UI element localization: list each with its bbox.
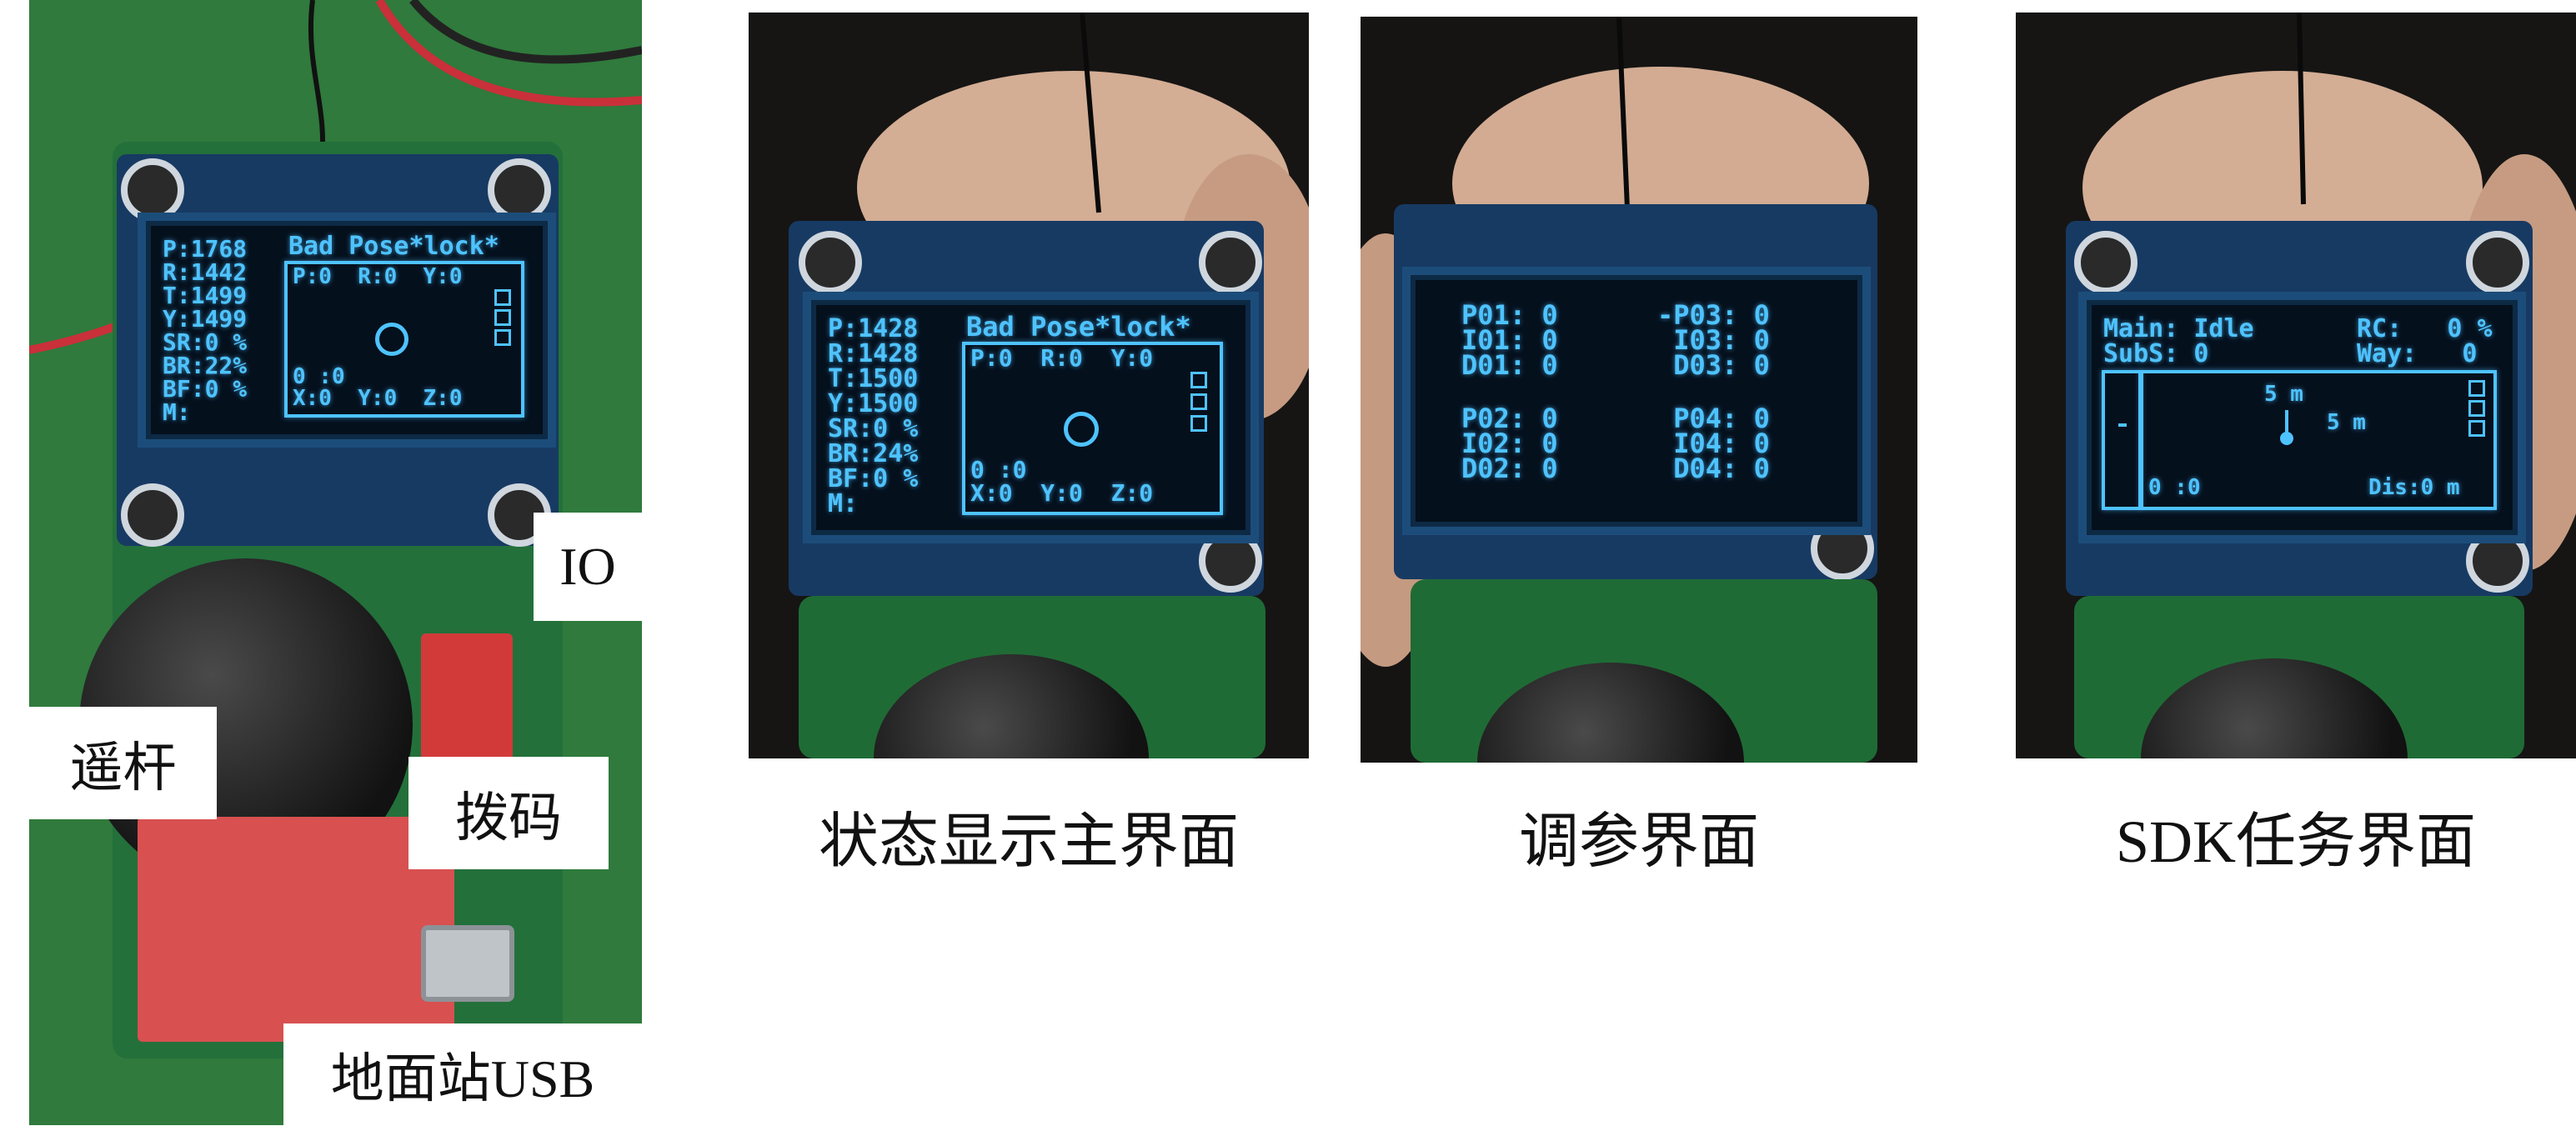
mount-hole xyxy=(1199,231,1262,294)
attitude-box: P:0 R:0 Y:0 0 :0 X:0 Y:0 Z:0 xyxy=(962,342,1223,515)
status-square-icon xyxy=(2468,420,2485,437)
map-scale-vertical: 5 m xyxy=(2264,382,2303,407)
attitude-angles: P:0 R:0 Y:0 xyxy=(970,344,1154,372)
label-dip-switch: 拨码 xyxy=(408,757,609,869)
attitude-box: P:0 R:0 Y:0 0 :0 X:0 Y:0 Z:0 xyxy=(284,261,524,418)
mount-hole xyxy=(121,483,184,547)
mount-hole xyxy=(2074,231,2137,294)
readout-p: P:1768 xyxy=(163,235,248,263)
mount-hole xyxy=(2466,231,2529,294)
readout-m: M: xyxy=(828,489,859,518)
readout-br: BR:24% xyxy=(828,439,919,468)
status-square-icon xyxy=(1190,372,1207,388)
photo-tuning-screen: P01: 0 I01: 0 D01: 0 P02: 0 I02: 0 D02: … xyxy=(1361,17,1917,763)
oled-screen-status: P:1428 R:1428 T:1500 Y:1500 SR:0 % BR:24… xyxy=(811,300,1250,535)
readout-sr: SR:0 % xyxy=(163,328,248,356)
mount-hole xyxy=(799,231,862,294)
photo-sdk-mission-screen: Main: Idle RC: 0 % SubS: 0 Way: 0 5 m 5 … xyxy=(2016,13,2576,758)
readout-y: Y:1499 xyxy=(163,305,248,333)
pid-d04: D04: 0 xyxy=(1657,453,1770,484)
photo-controller-overview: P:1768 R:1442 T:1499 Y:1499 SR:0 % BR:22… xyxy=(29,0,642,1125)
dip-switch xyxy=(421,633,513,775)
position-map: 5 m 5 m 0 :0 Dis:0 m xyxy=(2140,370,2497,510)
readout-sr: SR:0 % xyxy=(828,414,919,443)
mount-hole xyxy=(121,158,184,222)
readout-br: BR:22% xyxy=(163,352,248,379)
readout-bf: BF:0 % xyxy=(163,375,248,403)
attitude-angles: P:0 R:0 Y:0 xyxy=(293,264,463,289)
readout-t: T:1500 xyxy=(828,364,919,393)
caption-status-screen: 状态显示主界面 xyxy=(818,808,1239,875)
distance-readout: Dis:0 m xyxy=(2368,475,2460,500)
status-square-icon xyxy=(494,309,511,326)
mount-hole xyxy=(2466,529,2529,593)
pid-d01: D01: 0 xyxy=(1461,349,1558,381)
stick-position: 0 :0 xyxy=(970,456,1027,483)
readout-y: Y:1500 xyxy=(828,389,919,418)
caption-tuning-screen: 调参界面 xyxy=(1518,808,1759,875)
pid-d03: D03: 0 xyxy=(1657,349,1770,381)
readout-t: T:1499 xyxy=(163,282,248,309)
attitude-indicator-icon xyxy=(375,323,408,356)
readout-m: M: xyxy=(163,398,191,426)
position-xyz: X:0 Y:0 Z:0 xyxy=(970,479,1154,507)
altitude-marker xyxy=(2118,423,2127,427)
main-state: Main: Idle xyxy=(2103,314,2254,343)
label-joystick: 遥杆 xyxy=(29,707,217,819)
waypoint-value: Way: 0 xyxy=(2357,339,2478,368)
status-square-icon xyxy=(494,329,511,346)
status-square-icon xyxy=(1190,415,1207,432)
status-header: Bad Pose*lock* xyxy=(288,232,499,261)
readout-p: P:1428 xyxy=(828,314,919,343)
vehicle-position-icon xyxy=(2280,432,2293,445)
mount-hole xyxy=(1199,529,1262,593)
rc-value: RC: 0 % xyxy=(2357,314,2493,343)
status-square-icon xyxy=(1190,393,1207,410)
label-gcs-usb: 地面站USB xyxy=(283,1023,642,1125)
stick-position: 0 :0 xyxy=(2148,475,2201,500)
status-header: Bad Pose*lock* xyxy=(966,311,1191,343)
status-square-icon xyxy=(2468,380,2485,397)
position-xyz: X:0 Y:0 Z:0 xyxy=(293,386,463,411)
pid-d02: D02: 0 xyxy=(1461,453,1558,484)
usb-port xyxy=(421,925,514,1002)
label-io: IO xyxy=(534,513,642,621)
readout-r: R:1442 xyxy=(163,258,248,286)
usb-board xyxy=(138,817,454,1042)
photo-status-screen: P:1428 R:1428 T:1500 Y:1500 SR:0 % BR:24… xyxy=(749,13,1309,758)
attitude-indicator-icon xyxy=(1064,412,1099,447)
readout-bf: BF:0 % xyxy=(828,464,919,493)
map-scale-horizontal: 5 m xyxy=(2327,410,2366,435)
caption-sdk-mission-screen: SDK任务界面 xyxy=(2115,808,2477,875)
mount-hole xyxy=(488,158,551,222)
oled-screen-sdk: Main: Idle RC: 0 % SubS: 0 Way: 0 5 m 5 … xyxy=(2087,300,2518,535)
status-square-icon xyxy=(494,289,511,306)
sub-state: SubS: 0 xyxy=(2103,339,2209,368)
status-square-icon xyxy=(2468,400,2485,417)
stick-position: 0 :0 xyxy=(293,364,345,389)
oled-screen-tuning: P01: 0 I01: 0 D01: 0 P02: 0 I02: 0 D02: … xyxy=(1411,275,1862,527)
readout-r: R:1428 xyxy=(828,339,919,368)
oled-screen-main: P:1768 R:1442 T:1499 Y:1499 SR:0 % BR:22… xyxy=(146,221,548,439)
altitude-gauge xyxy=(2102,370,2142,510)
